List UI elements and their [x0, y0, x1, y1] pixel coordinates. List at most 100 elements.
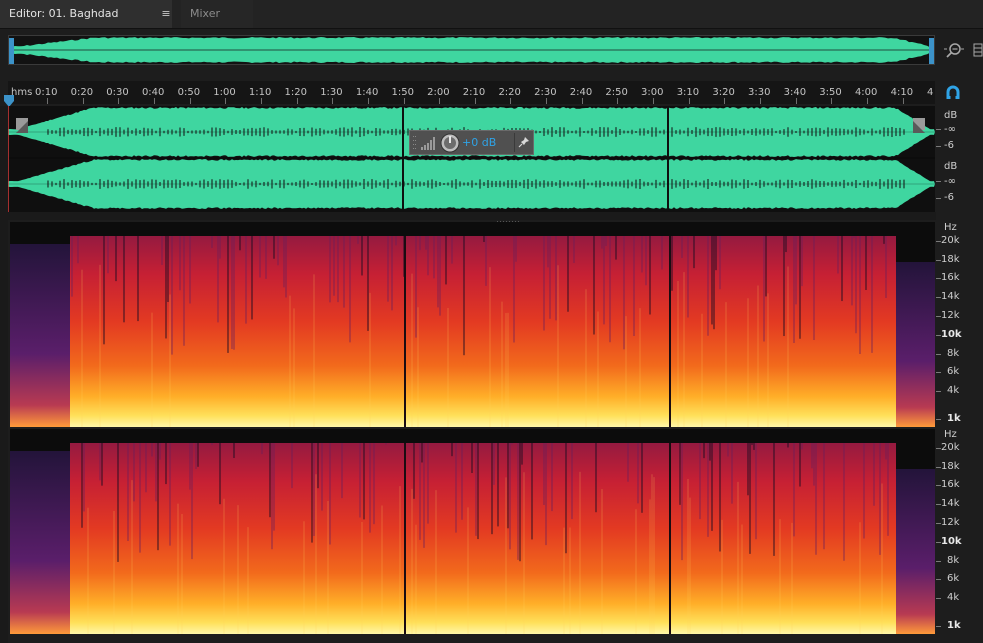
ruler-tick-mark: [581, 98, 583, 104]
ruler-tick-mark: [831, 98, 833, 104]
frequency-tick-label: 4k: [947, 385, 960, 396]
panel-divider[interactable]: [0, 212, 936, 222]
ruler-tick-label: 1:00: [213, 87, 236, 98]
ruler-tick-label: 1:40: [355, 87, 379, 98]
overview-start-handle[interactable]: [9, 38, 14, 64]
left-gutter: [0, 106, 8, 643]
ruler-tick-label: 3:10: [676, 87, 700, 98]
frequency-tick-mark: [936, 372, 941, 373]
frequency-tick-label: 20k: [941, 442, 960, 453]
level-meter-icon: [421, 137, 435, 150]
frequency-tick-label: 14k: [941, 498, 960, 509]
fade-out-handle[interactable]: [913, 118, 925, 133]
ruler-tick-mark: [47, 98, 48, 104]
ruler-tick-label: 1:10: [248, 87, 272, 98]
ruler-tick-label: 3:20: [712, 87, 735, 98]
overview-bar[interactable]: [8, 35, 935, 65]
ruler-tick-mark: [225, 98, 227, 104]
ruler-tick-mark: [260, 98, 262, 104]
frequency-tick-mark: [936, 448, 941, 449]
ruler-tick-mark: [439, 98, 441, 104]
frequency-tick-label: 18k: [941, 254, 960, 265]
spectral-display-left[interactable]: [10, 222, 935, 427]
frequency-tick-label: 12k: [941, 310, 960, 321]
ruler-tick-label: 2:40: [569, 87, 593, 98]
frequency-tick-mark: [936, 419, 941, 420]
frequency-tick-label: 10k: [941, 536, 962, 547]
overview-end-handle[interactable]: [929, 38, 934, 64]
ruler-tick-mark: [332, 98, 334, 104]
tab-editor[interactable]: Editor: 01. Baghdad City.mp3: [0, 0, 172, 48]
frequency-unit-label: Hz: [944, 222, 957, 233]
scale-tick: [936, 181, 941, 182]
scale-db-label: dB: [944, 161, 958, 172]
spectral-display-right[interactable]: [10, 429, 935, 634]
frequency-tick-label: 8k: [947, 555, 960, 566]
waveform-display[interactable]: [8, 106, 935, 212]
ruler-tick-label: 4: [927, 87, 934, 98]
scale-tick: [936, 198, 941, 199]
ruler-tick-mark: [653, 98, 655, 104]
frequency-tick-mark: [936, 542, 941, 543]
snap-icon[interactable]: [945, 85, 961, 101]
scale-neg6-label: -6: [944, 140, 954, 151]
ruler-tick-label: 1:50: [391, 87, 414, 98]
waveform-canvas: [8, 106, 935, 212]
frequency-tick-label: 16k: [941, 479, 960, 490]
frequency-tick-mark: [936, 598, 941, 599]
frequency-tick-mark: [936, 260, 941, 261]
pin-icon[interactable]: [518, 136, 530, 148]
panel-icon[interactable]: [972, 40, 983, 60]
ruler-tick-mark: [688, 98, 690, 104]
ruler-tick-label: 3:40: [783, 87, 807, 98]
tab-mixer[interactable]: Mixer: [181, 0, 253, 28]
ruler-tick-label: 0:20: [70, 87, 94, 98]
volume-value[interactable]: +0 dB: [462, 136, 496, 149]
frequency-tick-label: 14k: [941, 291, 960, 302]
ruler-tick-label: 0:40: [141, 87, 165, 98]
frequency-unit-label: Hz: [944, 429, 957, 440]
frequency-tick-mark: [936, 485, 941, 486]
frequency-tick-mark: [936, 579, 941, 580]
volume-knob[interactable]: [440, 133, 460, 153]
frequency-tick-mark: [936, 391, 941, 392]
hud-volume-control[interactable]: +0 dB: [409, 130, 534, 155]
playhead-marker[interactable]: [3, 93, 15, 107]
hud-grip-icon[interactable]: [412, 134, 418, 152]
frequency-tick-mark: [936, 335, 941, 336]
frequency-tick-label: 16k: [941, 272, 960, 283]
ruler-tick-label: 3:50: [819, 87, 842, 98]
ruler-tick-label: 4:00: [854, 87, 878, 98]
spectral-canvas: [10, 429, 935, 634]
frequency-tick-label: 6k: [947, 573, 960, 584]
frequency-tick-mark: [936, 297, 941, 298]
ruler-tick-mark: [546, 98, 548, 104]
frequency-tick-label: 8k: [947, 348, 960, 359]
frequency-tick-label: 10k: [941, 329, 962, 340]
frequency-tick-label: 12k: [941, 517, 960, 528]
scale-tick: [936, 146, 941, 147]
scale-neg-inf-label: -∞: [944, 124, 956, 135]
ruler-tick-mark: [296, 98, 298, 104]
frequency-tick-mark: [936, 354, 941, 355]
tab-menu-icon[interactable]: ≡: [159, 0, 173, 28]
ruler-tick-mark: [510, 98, 512, 104]
ruler-tick-label: 2:50: [605, 87, 628, 98]
frequency-tick-mark: [936, 316, 941, 317]
fade-in-handle[interactable]: [16, 118, 28, 133]
ruler-tick-label: 3:30: [748, 87, 771, 98]
frequency-scale-right: Hz 20k 18k 16k 14k 12k 10k 8k 6k 4k 1k: [936, 429, 983, 634]
frequency-tick-mark: [936, 523, 941, 524]
ruler-tick-label: 4:10: [890, 87, 914, 98]
ruler-tick-label: 0:30: [106, 87, 129, 98]
ruler-tick-mark: [760, 98, 761, 104]
ruler-tick-label: 2:30: [534, 87, 557, 98]
frequency-tick-label: 1k: [947, 620, 961, 631]
zoom-icon[interactable]: [944, 40, 964, 60]
amplitude-scale: dB -∞ -6 dB -∞ -6: [936, 106, 983, 212]
frequency-tick-mark: [936, 241, 941, 242]
ruler-tick-mark: [189, 98, 191, 104]
ruler-tick-mark: [866, 98, 868, 104]
ruler-tick-label: 2:20: [498, 87, 521, 98]
time-ruler[interactable]: hms 0:10 0:20 0:30 0:40 0:50 1:00 1:10 1:20 1:30…: [8, 81, 935, 104]
